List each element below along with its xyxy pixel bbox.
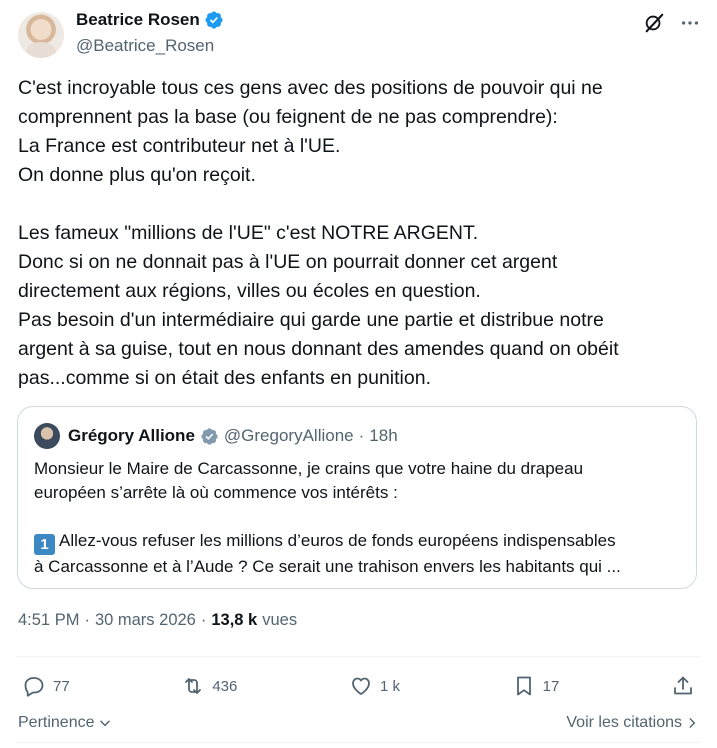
bookmark-count: 17 <box>542 677 560 695</box>
repost-count: 436 <box>212 677 238 695</box>
author-name-row: Beatrice Rosen <box>76 10 224 30</box>
quoted-tweet-text: Monsieur le Maire de Carcassonne, je cra… <box>34 457 684 579</box>
tweet-line: On donne plus qu'on reçoit. <box>18 164 256 186</box>
bookmark-icon <box>516 676 531 696</box>
like-button[interactable]: 1 k <box>349 674 400 698</box>
view-quotes-link[interactable]: Voir les citations <box>566 714 699 732</box>
tweet-line: directement aux régions, villes ou école… <box>18 280 481 302</box>
quoted-line: Monsieur le Maire de Carcassonne, je cra… <box>34 459 584 478</box>
grok-icon[interactable] <box>643 12 665 34</box>
verified-badge-icon <box>205 11 223 29</box>
quoted-tweet-header: Grégory Allione @GregoryAllione · 18h <box>34 423 398 449</box>
separator-dot: · <box>200 611 207 629</box>
author-display-name[interactable]: Beatrice Rosen <box>76 10 200 30</box>
tweet-footer: Pertinence Voir les citations <box>18 710 699 736</box>
quoted-author-handle: @GregoryAllione <box>223 426 354 445</box>
verified-badge-icon <box>201 427 218 445</box>
bookmark-button[interactable]: 17 <box>512 674 560 698</box>
quoted-tweet-card[interactable]: Grégory Allione @GregoryAllione · 18h Mo… <box>17 406 697 589</box>
quoted-line: européen s’arrête là où commence vos int… <box>34 483 398 502</box>
tweet-line: C'est incroyable tous ces gens avec des … <box>18 77 603 99</box>
separator-dot: · <box>358 426 365 445</box>
tweet-line: Les fameux "millions de l'UE" c'est NOTR… <box>18 222 479 244</box>
tweet-line: pas...comme si on était des enfants en p… <box>18 367 431 389</box>
tweet-line: Pas besoin d'un intermédiaire qui garde … <box>18 309 604 331</box>
more-options-icon[interactable] <box>679 12 701 34</box>
divider <box>17 742 700 743</box>
view-quotes-label: Voir les citations <box>566 714 682 731</box>
tweet-line: comprennent pas la base (ou feignent de … <box>18 106 558 128</box>
sort-label: Pertinence <box>18 714 95 731</box>
tweet-text: C'est incroyable tous ces gens avec des … <box>18 74 698 393</box>
author-handle[interactable]: @Beatrice_Rosen <box>76 36 214 56</box>
reply-icon <box>24 677 44 697</box>
tweet-header: Beatrice Rosen @Beatrice_Rosen <box>16 10 701 60</box>
tweet-line: Donc si on ne donnait pas à l'UE on pour… <box>18 251 558 273</box>
tweet-line: La France est contributeur net à l'UE. <box>18 135 341 157</box>
reply-count: 77 <box>53 677 70 695</box>
quoted-tweet-time: 18h <box>369 426 398 445</box>
header-icons <box>643 12 701 34</box>
separator-dot: · <box>84 611 90 629</box>
quoted-line: 1 Allez-vous refuser les millions d’euros… <box>34 529 684 555</box>
views-label: vues <box>262 611 298 629</box>
tweet-time[interactable]: 4:51 PM <box>18 611 79 630</box>
views-count: 13,8 k <box>211 611 258 629</box>
reply-button[interactable]: 77 <box>22 674 70 698</box>
sort-dropdown[interactable]: Pertinence <box>18 714 112 732</box>
repost-button[interactable]: 436 <box>181 674 237 698</box>
chevron-down-icon <box>99 720 110 727</box>
repost-icon <box>185 678 202 694</box>
tweet-date[interactable]: 30 mars 2026 <box>95 611 196 630</box>
divider <box>17 656 700 657</box>
tweet-actions: 77 436 1 k 17 <box>22 672 695 700</box>
like-count: 1 k <box>380 677 401 695</box>
heart-icon <box>352 677 370 695</box>
quoted-author-avatar <box>34 423 60 449</box>
author-avatar[interactable] <box>18 12 64 58</box>
tweet-meta: 4:51 PM · 30 mars 2026 · 13,8 k vues <box>18 611 297 630</box>
tweet-line: argent à sa guise, tout en nous donnant … <box>18 338 619 360</box>
keycap-one-icon: 1 <box>34 534 55 555</box>
share-icon <box>674 676 692 695</box>
chevron-right-icon <box>689 718 696 728</box>
share-button[interactable] <box>671 674 695 698</box>
quoted-line-text: Allez-vous refuser les millions d’euros … <box>59 531 616 550</box>
quoted-author-name: Grégory Allione <box>68 426 195 445</box>
quoted-line: à Carcassonne et à l’Aude ? Ce serait un… <box>34 557 621 576</box>
